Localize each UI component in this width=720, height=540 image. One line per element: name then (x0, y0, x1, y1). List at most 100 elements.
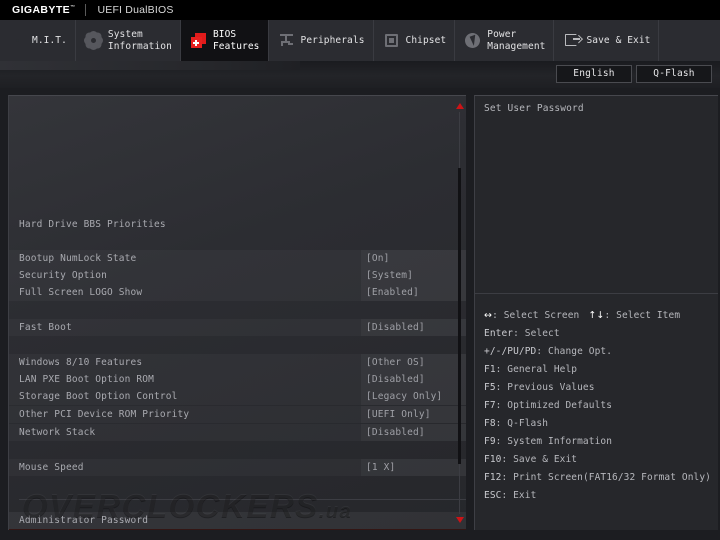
legend-separator: : (495, 436, 508, 447)
legend-action: Select (524, 328, 560, 339)
setting-row[interactable]: LAN PXE Boot Option ROM [Disabled] (9, 371, 466, 388)
legend-separator: : (492, 310, 504, 321)
setting-row[interactable]: Fast Boot [Disabled] (9, 319, 466, 336)
setting-label: Windows 8/10 Features (19, 357, 143, 368)
key-legend-row: Enter: Select (484, 325, 716, 343)
setting-row[interactable]: Network Stack [Disabled] (9, 424, 466, 441)
legend-key: Enter (484, 328, 514, 339)
legend-separator: : (513, 328, 525, 339)
setting-value[interactable]: [UEFI Only] (361, 406, 466, 423)
legend-key: ESC (484, 490, 502, 501)
setting-value[interactable]: [1 X] (361, 459, 466, 476)
language-button[interactable]: English (556, 65, 632, 83)
settings-scrollbar[interactable] (453, 96, 466, 530)
legend-key: F10 (484, 454, 502, 465)
legend-action: System Information (507, 436, 613, 447)
legend-key: +/-/PU/PD (484, 346, 537, 357)
setting-value[interactable]: [Disabled] (361, 424, 466, 441)
nav-tab-bar: M.I.T. System Information BIOS Features … (0, 20, 720, 61)
legend-key: F7 (484, 400, 496, 411)
legend-separator: : (495, 400, 508, 411)
key-legend-row: +/-/PU/PD: Change Opt. (484, 343, 716, 361)
setting-label: Storage Boot Option Control (19, 391, 178, 402)
setting-label: Security Option (19, 270, 108, 281)
key-legend-row: F9 : System Information (484, 433, 716, 451)
setting-row[interactable]: Windows 8/10 Features [Other OS] (9, 354, 466, 371)
setting-value[interactable]: [Enabled] (361, 284, 466, 301)
tab-label: System Information (107, 29, 172, 52)
tab-label: M.I.T. (32, 34, 67, 46)
setting-label: Mouse Speed (19, 462, 84, 473)
setting-row[interactable]: Full Screen LOGO Show [Enabled] (9, 284, 466, 301)
setting-value[interactable]: [System] (361, 267, 466, 284)
tab-label: Save & Exit (586, 34, 651, 46)
setting-row[interactable]: Security Option [System] (9, 267, 466, 284)
setting-row-selected[interactable]: User Password (9, 529, 466, 530)
tab-peripherals[interactable]: Peripherals (268, 20, 374, 61)
key-legend-row: F5 : Previous Values (484, 379, 716, 397)
setting-row[interactable]: Storage Boot Option Control [Legacy Only] (9, 388, 466, 405)
legend-action: Select Screen (503, 310, 580, 321)
setting-label: Bootup NumLock State (19, 253, 137, 264)
setting-value[interactable]: [Other OS] (361, 354, 466, 371)
legend-key: F12 (484, 472, 502, 483)
setting-row[interactable]: Administrator Password (9, 512, 466, 529)
help-panel-divider (475, 293, 718, 294)
legend-key: F8 (484, 418, 496, 429)
tab-label: BIOS Features (212, 29, 260, 52)
exit-arrow-icon (563, 32, 581, 49)
scroll-down-arrow-icon[interactable] (456, 517, 464, 523)
setting-row[interactable]: Hard Drive BBS Priorities (9, 216, 466, 233)
scroll-up-arrow-icon[interactable] (456, 103, 464, 109)
legend-action: Select Item (616, 310, 681, 321)
setting-value[interactable]: [Legacy Only] (361, 388, 466, 405)
help-panel: Set User Password ↔: Select Screen ↑↓: Se… (474, 95, 718, 530)
legend-separator: : (495, 364, 508, 375)
chipset-icon (383, 32, 400, 49)
key-legend-row: F10 : Save & Exit (484, 451, 716, 469)
qflash-button[interactable]: Q-Flash (636, 65, 712, 83)
tab-mit[interactable]: M.I.T. (0, 20, 76, 61)
brand-divider (85, 4, 87, 16)
key-legend-row: F12 : Print Screen(FAT16/32 Format Only) (484, 469, 716, 487)
setting-row[interactable]: Bootup NumLock State [On] (9, 250, 466, 267)
secondary-bar: English Q-Flash (0, 61, 720, 88)
legend-separator: : (495, 418, 508, 429)
legend-separator: : (536, 346, 549, 357)
setting-value[interactable]: [Disabled] (361, 371, 466, 388)
setting-row[interactable]: Other PCI Device ROM Priority [UEFI Only] (9, 406, 466, 423)
setting-value[interactable]: [On] (361, 250, 466, 267)
bios-screen: GIGABYTE™ UEFI DualBIOS M.I.T. System In… (0, 0, 720, 540)
legend-separator: : (501, 490, 514, 501)
tab-save-and-exit[interactable]: Save & Exit (554, 20, 660, 61)
disc-icon (9, 32, 26, 49)
key-legend-row: F1 : General Help (484, 361, 716, 379)
key-legend-row: F7 : Optimized Defaults (484, 397, 716, 415)
setting-label: Other PCI Device ROM Priority (19, 409, 190, 420)
legend-action: Optimized Defaults (507, 400, 613, 411)
setting-label: Administrator Password (19, 515, 149, 526)
legend-key: F1 (484, 364, 496, 375)
legend-action: Exit (513, 490, 537, 501)
tab-system-information[interactable]: System Information (75, 20, 181, 61)
legend-key: ↔ (484, 310, 493, 321)
key-legend-row: F8 : Q-Flash (484, 415, 716, 433)
tab-bios-features[interactable]: BIOS Features (180, 20, 269, 61)
gigabyte-logo: GIGABYTE™ (12, 4, 76, 16)
setting-label: Network Stack (19, 427, 96, 438)
setting-label: Full Screen LOGO Show (19, 287, 143, 298)
legend-key: F9 (484, 436, 496, 447)
chip-plus-icon (190, 32, 207, 49)
legend-separator: : (501, 454, 514, 465)
tab-chipset[interactable]: Chipset (373, 20, 456, 61)
setting-row[interactable]: Mouse Speed [1 X] (9, 459, 466, 476)
legend-key: F5 (484, 382, 496, 393)
key-legend-row: ↔: Select Screen ↑↓: Select Item (484, 307, 716, 325)
scrollbar-thumb[interactable] (458, 168, 461, 464)
legend-separator: : (495, 382, 508, 393)
tab-power-management[interactable]: Power Management (455, 20, 555, 61)
brand-bar: GIGABYTE™ UEFI DualBIOS (0, 0, 720, 20)
legend-action: Print Screen(FAT16/32 Format Only) (513, 472, 711, 483)
setting-value[interactable]: [Disabled] (361, 319, 466, 336)
gear-icon (85, 32, 102, 49)
